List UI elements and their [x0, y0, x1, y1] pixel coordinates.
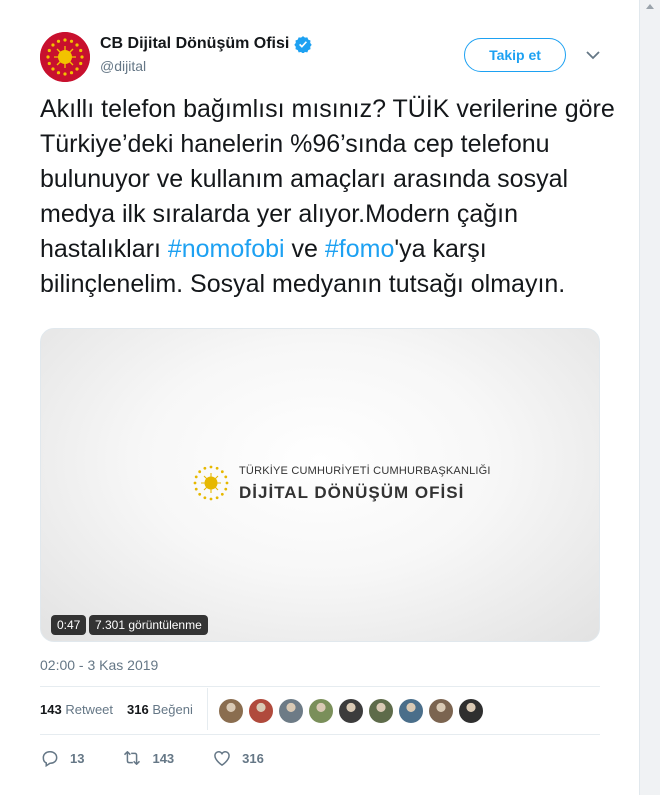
emblem-star: [63, 38, 67, 42]
liker-avatar[interactable]: [278, 698, 304, 724]
video-duration-badge: 0:47: [51, 615, 87, 635]
liker-avatar[interactable]: [428, 698, 454, 724]
verified-badge-icon: [294, 36, 313, 53]
emblem-star: [75, 67, 79, 71]
emblem-star: [51, 67, 55, 71]
tweet-actions: 13 143 316: [40, 748, 302, 768]
liker-avatars: [218, 698, 488, 724]
likes-label: Beğeni: [152, 702, 193, 717]
like-button[interactable]: 316: [212, 748, 264, 768]
liker-avatar[interactable]: [308, 698, 334, 724]
emblem-star: [63, 72, 67, 76]
emblem-star: [198, 492, 202, 496]
emblem-star: [209, 465, 213, 469]
profile-avatar[interactable]: [40, 32, 90, 82]
retweets-count: 143: [40, 702, 62, 717]
emblem-logo-icon: [193, 465, 229, 501]
emblem-star: [215, 466, 219, 470]
author-name-row[interactable]: CB Dijital Dönüşüm Ofisi: [100, 35, 313, 53]
liker-avatar[interactable]: [248, 698, 274, 724]
reply-icon: [42, 751, 58, 768]
emblem-star: [79, 61, 83, 66]
emblem-star: [224, 487, 228, 491]
author-name[interactable]: CB Dijital Dönüşüm Ofisi: [100, 35, 289, 53]
chevron-down-icon[interactable]: [586, 50, 600, 60]
retweet-button[interactable]: 143: [122, 748, 174, 768]
liker-avatar[interactable]: [368, 698, 394, 724]
author-handle[interactable]: @dijital: [100, 58, 146, 74]
reply-button[interactable]: 13: [40, 748, 84, 768]
emblem-star: [69, 71, 74, 75]
likes-count: 316: [127, 702, 149, 717]
emblem-star: [46, 55, 50, 59]
divider: [40, 734, 600, 735]
presidential-emblem-icon: [40, 32, 90, 82]
liker-avatar[interactable]: [338, 698, 364, 724]
liker-avatar[interactable]: [458, 698, 484, 724]
logo-institution-text: TÜRKİYE CUMHURİYETİ CUMHURBAŞKANLIĞI: [239, 465, 491, 477]
tweet-text-part: ve: [284, 235, 325, 263]
retweets-label: Retweet: [65, 702, 114, 717]
emblem-star: [209, 497, 213, 501]
video-views-badge: 7.301 görüntülenme: [89, 615, 208, 635]
stats-separator: [207, 688, 208, 730]
video-player[interactable]: TÜRKİYE CUMHURİYETİ CUMHURBAŞKANLIĞI DİJ…: [40, 328, 600, 642]
emblem-star: [193, 481, 197, 485]
emblem-star: [56, 39, 61, 43]
emblem-star: [220, 492, 224, 496]
emblem-star: [203, 466, 207, 470]
emblem-star: [47, 61, 51, 66]
hashtag-fomo-link[interactable]: #fomo: [325, 235, 394, 263]
retweet-count: 143: [152, 750, 175, 766]
emblem-star: [215, 496, 219, 500]
emblem-star: [56, 71, 61, 75]
reply-count: 13: [70, 750, 85, 766]
scroll-up-arrow-icon[interactable]: [646, 4, 654, 9]
tweet-timestamp[interactable]: 02:00 - 3 Kas 2019: [40, 657, 158, 673]
emblem-star: [75, 43, 79, 47]
tweet-text: Akıllı telefon bağımlısı mısınız? TÜİK v…: [40, 92, 620, 302]
emblem-star: [80, 55, 84, 59]
logo-office-text: DİJİTAL DÖNÜŞÜM OFİSİ: [239, 483, 465, 502]
emblem-star: [194, 475, 198, 479]
emblem-star: [194, 487, 198, 491]
retweets-stat[interactable]: 143 Retweet: [40, 702, 113, 717]
like-count: 316: [242, 750, 264, 766]
emblem-star: [203, 496, 207, 500]
emblem-star: [198, 470, 202, 474]
retweet-icon: [124, 751, 141, 765]
tweet-card: CB Dijital Dönüşüm Ofisi @dijital Takip …: [0, 0, 640, 795]
emblem-star: [220, 470, 224, 474]
hashtag-nomofobi-link[interactable]: #nomofobi: [168, 235, 285, 263]
liker-avatar[interactable]: [218, 698, 244, 724]
emblem-star: [69, 39, 74, 43]
scrollbar[interactable]: [640, 0, 660, 795]
liker-avatar[interactable]: [398, 698, 424, 724]
emblem-star: [225, 481, 229, 485]
divider: [40, 686, 600, 687]
follow-button[interactable]: Takip et: [464, 38, 566, 72]
emblem-star: [79, 48, 83, 53]
heart-icon: [214, 750, 231, 766]
likes-stat[interactable]: 316 Beğeni: [127, 702, 193, 717]
emblem-star: [51, 43, 55, 47]
tweet-stats: 143 Retweet 316 Beğeni: [40, 702, 207, 717]
emblem-star: [47, 48, 51, 53]
emblem-star: [224, 475, 228, 479]
